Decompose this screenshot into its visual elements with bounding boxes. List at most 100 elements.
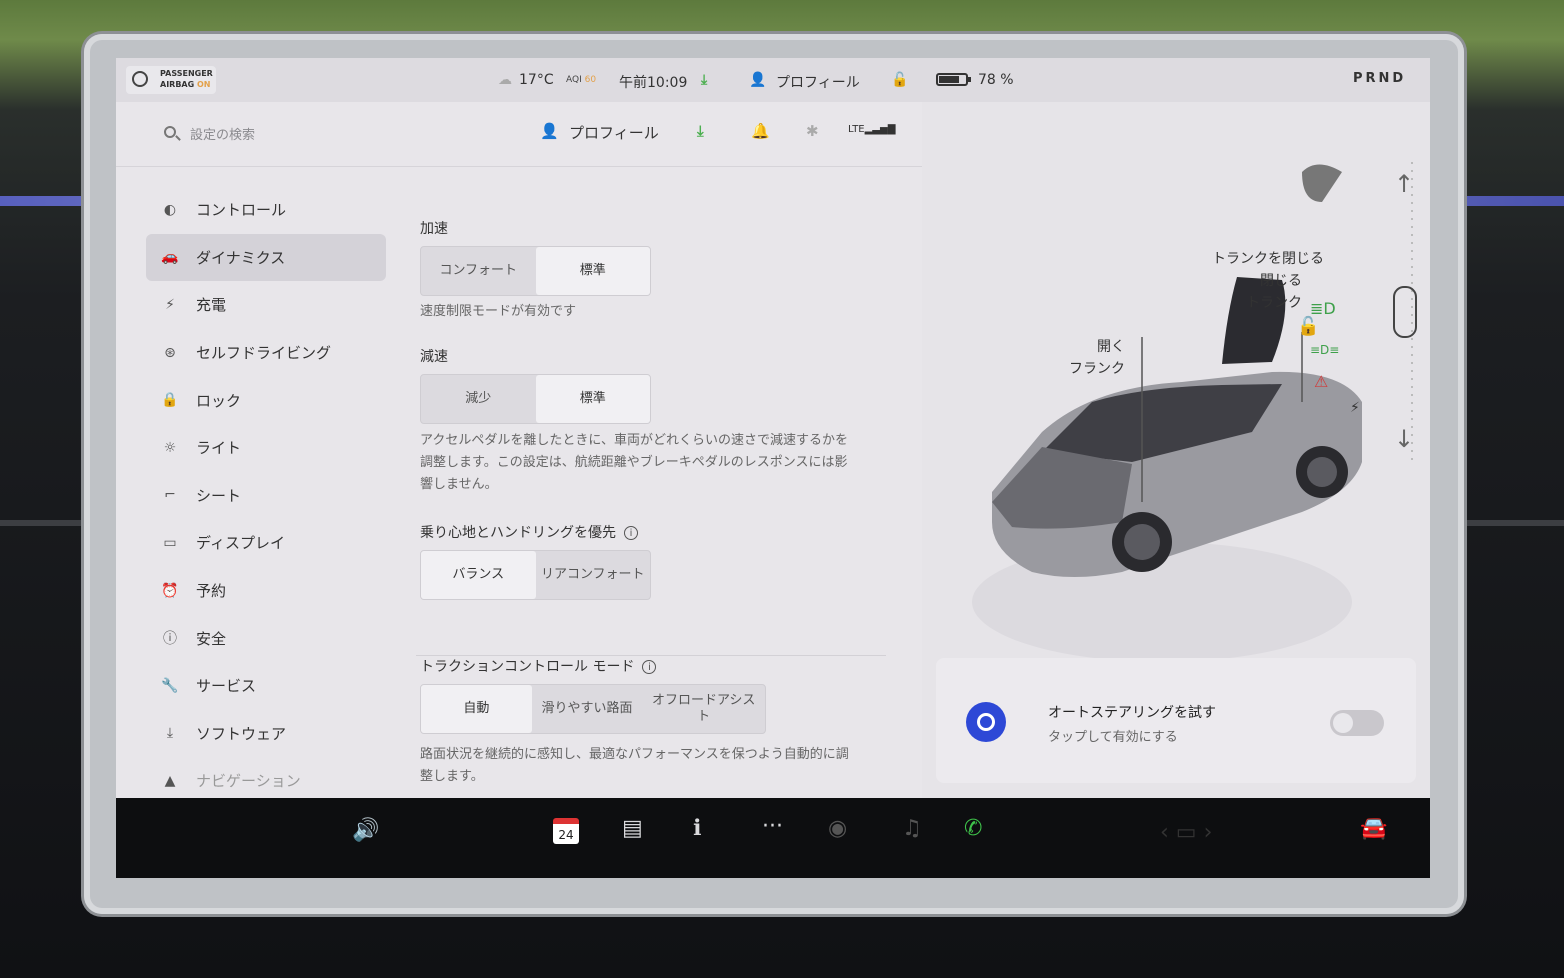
bell-icon[interactable]: 🔔 [751,122,770,140]
steering-wheel-icon: ⊛ [164,344,176,361]
autosteer-subtitle: タップして有効にする [1048,730,1178,745]
navigation-icon: ▲ [164,772,176,789]
charge-port-icon: ⚡ [1350,400,1360,416]
trunk-action-line2[interactable]: トランク [1246,292,1302,314]
frunk-action-line1[interactable]: 開く [1097,336,1125,358]
sidebar-item[interactable]: ▲ ナビゲーション [146,757,386,798]
sidebar-item-label: ダイナミクス [196,248,286,267]
sidebar-item[interactable]: ▭ ディスプレイ [146,519,386,567]
lock-open-icon: 🔓 [1297,315,1319,337]
sidebar-item[interactable]: ⤓ ソフトウェア [146,710,386,758]
autosteer-toggle[interactable] [1330,710,1384,736]
camera-icon[interactable]: ◉ [828,816,847,841]
frunk-action-line2[interactable]: フランク [1069,358,1125,380]
display-icon: ▭ [163,534,177,551]
sidebar-item-label: 予約 [196,582,227,601]
settings-sidebar: ◐ コントロール 🚗 ダイナミクス ⚡ 充電 ⊛ セルフドライビング 🔒 ロック ☼ ライト ⌐ シート ▭… [146,186,386,798]
outside-temperature: 17°C [519,72,554,88]
bluetooth-icon[interactable]: ✱ [806,122,819,140]
battery-icon [936,73,971,86]
acceleration-option-comfort[interactable]: コンフォート [421,247,536,295]
deceleration-segmented-control: 減少 標準 [420,374,651,424]
software-download-icon[interactable]: ⤓ [697,122,704,140]
light-icon: ☼ [163,439,177,456]
acceleration-label: 加速 [420,221,448,237]
sidebar-item-label: コントロール [196,201,287,220]
sidebar-item[interactable]: ⌐ シート [146,472,386,520]
trunk-action-line1[interactable]: 閉じる [1260,270,1302,292]
wrench-icon: 🔧 [161,677,179,694]
info-icon: ⓘ [163,631,177,648]
sidebar-item[interactable]: ⓘ 安全 [146,614,386,662]
cloud-icon: ☁ [498,72,512,88]
lock-icon: 🔒 [161,392,179,409]
sidebar-item[interactable]: ⏰ 予約 [146,567,386,615]
car-icon: 🚗 [161,249,179,266]
ride-option-rear-comfort[interactable]: リアコンフォート [536,551,651,599]
climate-control-icon[interactable]: ‹ ▭ › [1160,820,1212,845]
acceleration-option-standard[interactable]: 標準 [535,247,650,295]
traction-option-slippery[interactable]: 滑りやすい路面 [532,685,643,733]
manual-info-icon[interactable]: ℹ [693,816,701,841]
deceleration-option-reduced[interactable]: 減少 [421,375,536,423]
drive-up-arrow-icon[interactable]: ↑ [1394,170,1414,198]
car-controls-icon[interactable]: 🚘 [1360,816,1387,841]
ride-segmented-control: バランス リアコンフォート [420,550,651,600]
notes-icon[interactable]: ▤ [622,816,643,841]
traction-option-offroad[interactable]: オフロードアシスト [642,685,765,733]
ride-handling-label: 乗り心地とハンドリングを優先 [420,525,616,541]
drive-car-icon[interactable] [1393,286,1417,338]
aqi-indicator: AQI 60 [566,75,596,85]
sidebar-item-label: ロック [196,391,242,410]
toggle-icon: ◐ [163,201,177,218]
traction-option-auto[interactable]: 自動 [421,685,532,733]
deceleration-desc-3: 響しません。 [420,477,498,492]
music-icon[interactable]: ♫ [902,816,922,841]
sidebar-item[interactable]: ⚡ 充電 [146,281,386,329]
sidebar-item-label: 充電 [196,296,227,315]
sidebar-item-label: シート [196,486,242,505]
sidebar-item[interactable]: 🚗 ダイナミクス [146,233,386,282]
sidebar-item[interactable]: ☼ ライト [146,424,386,472]
deceleration-option-standard[interactable]: 標準 [535,375,650,423]
info-icon[interactable]: i [624,526,638,540]
airbag-line2: AIRBAG [160,80,195,89]
sidebar-item[interactable]: ◐ コントロール [146,186,386,234]
volume-icon[interactable]: 🔊 [352,818,379,843]
traction-control-label: トラクションコントロール モード [420,659,635,675]
status-profile[interactable]: プロフィール [776,72,860,92]
touchscreen: PASSENGER AIRBAG ON ☁ 17°C AQI 60 午前10:0… [116,58,1430,798]
airbag-state: ON [196,80,211,89]
sidebar-item[interactable]: 🔧 サービス [146,662,386,710]
more-apps-icon[interactable]: ··· [762,814,783,839]
ride-option-balance[interactable]: バランス [421,551,536,599]
hood-icon [1302,164,1342,202]
close-trunk-label[interactable]: トランクを閉じる [1212,248,1324,270]
sidebar-item-label: 安全 [196,629,227,648]
phone-icon[interactable]: ✆ [964,816,982,841]
autosteer-card[interactable]: オートステアリングを試す タップして有効にする [936,658,1416,783]
download-icon: ⤓ [166,725,174,742]
settings-topbar: 👤 プロフィール ⤓ 🔔 ✱ LTE▂▃▅▇ [116,102,922,167]
search-icon [164,126,176,138]
settings-search-input[interactable] [188,120,452,150]
lte-signal-icon: LTE▂▃▅▇ [848,124,896,135]
parking-light-icon: ≡D≡ [1310,343,1339,357]
alarm-icon: ⏰ [161,582,179,599]
drive-down-arrow-icon[interactable]: ↓ [1394,425,1414,453]
aqi-value: 60 [584,75,597,85]
headlight-icon: ≣D [1310,299,1336,318]
sidebar-item[interactable]: 🔒 ロック [146,376,386,424]
traction-desc-1: 路面状況を継続的に感知し、最適なパフォーマンスを保つよう自動的に調 [420,747,849,762]
calendar-icon[interactable]: 24 [553,818,579,844]
info-icon[interactable]: i [642,660,657,674]
topbar-profile[interactable]: プロフィール [569,122,659,143]
sidebar-item-label: セルフドライビング [196,344,332,363]
airbag-icon [132,71,148,87]
sidebar-item[interactable]: ⊛ セルフドライビング [146,329,386,377]
unlock-icon[interactable]: 🔓 [891,72,908,88]
profile-icon[interactable]: 👤 [540,122,559,140]
download-icon[interactable]: ⤓ [701,72,707,88]
taskbar: 🔊 24 ▤ ℹ ··· ◉ ♫ ✆ ‹ ▭ › 🚘 [116,798,1430,878]
profile-icon[interactable]: 👤 [749,72,766,88]
